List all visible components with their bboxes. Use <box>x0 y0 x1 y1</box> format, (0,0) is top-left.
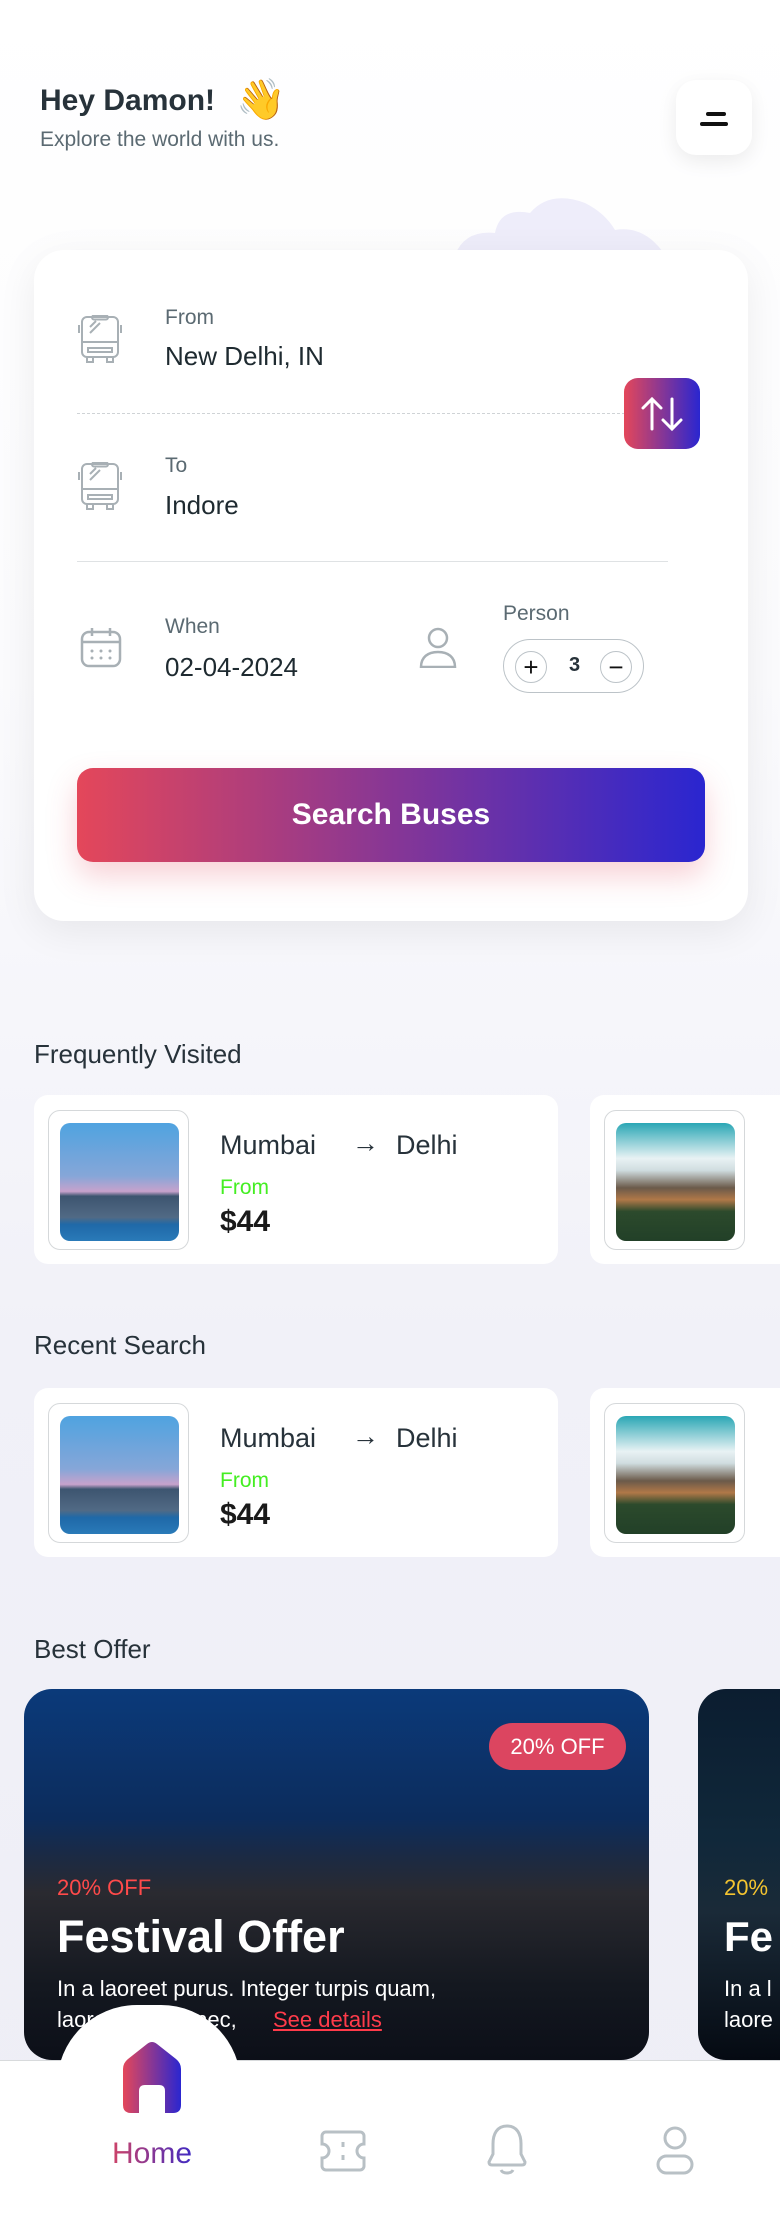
from-input[interactable]: New Delhi, IN <box>165 341 324 372</box>
offer-card[interactable]: 20% Fe In a l laore <box>698 1689 780 2060</box>
offer-description: In a laoreet purus. Integer turpis quam, <box>57 1976 437 2001</box>
city-image <box>616 1416 735 1534</box>
cloud-decoration <box>455 198 665 255</box>
city-image <box>60 1123 179 1241</box>
minus-icon: − <box>608 652 624 682</box>
person-stepper: + 3 − <box>503 639 644 693</box>
city-image <box>616 1123 735 1241</box>
from-label: From <box>220 1469 269 1492</box>
section-title: Best Offer <box>34 1634 151 1664</box>
offer-title: Fe <box>724 1913 774 1960</box>
swap-button[interactable] <box>624 378 700 449</box>
wave-emoji: 👋 <box>236 78 286 122</box>
menu-button[interactable] <box>676 80 752 155</box>
home-icon <box>123 2042 181 2113</box>
arrow-right-icon: → <box>352 1421 379 1451</box>
calendar-icon <box>80 628 122 668</box>
decrement-button[interactable]: − <box>600 651 632 683</box>
date-input[interactable]: 02-04-2024 <box>165 652 298 683</box>
greeting-subtitle: Explore the world with us. <box>40 128 280 151</box>
from-label: From <box>220 1176 269 1199</box>
offer-discount: 20% OFF <box>57 1875 152 1900</box>
search-card: From New Delhi, IN To Indore When 02-04-… <box>34 250 748 921</box>
see-details-link[interactable]: See details <box>273 2007 382 2033</box>
arrow-right-icon: → <box>352 1128 379 1158</box>
ticket-icon[interactable] <box>320 2130 366 2172</box>
offer-description: laore <box>724 2007 773 2032</box>
section-title: Frequently Visited <box>34 1039 242 1069</box>
price: $44 <box>220 1498 271 1531</box>
user-icon[interactable] <box>656 2126 694 2176</box>
route-image-frame <box>604 1403 745 1543</box>
route-card[interactable] <box>590 1388 780 1557</box>
person-label: Person <box>503 602 570 625</box>
greeting: Hey Damon! <box>40 84 216 117</box>
person-icon <box>419 627 457 668</box>
city-image <box>60 1416 179 1534</box>
section-title: Recent Search <box>34 1330 206 1360</box>
offer-title: Festival Offer <box>57 1911 345 1962</box>
origin: Mumbai <box>220 1423 317 1453</box>
route-image-frame <box>604 1110 745 1250</box>
search-buses-button[interactable]: Search Buses <box>77 768 705 862</box>
nav-item-home[interactable]: Home <box>100 2036 204 2176</box>
route-card[interactable] <box>590 1095 780 1264</box>
route-card[interactable]: Mumbai → Delhi From $44 <box>34 1095 558 1264</box>
divider <box>77 413 625 414</box>
origin: Mumbai <box>220 1130 317 1160</box>
to-label: To <box>165 454 188 477</box>
when-label: When <box>165 615 220 638</box>
swap-arrows-icon <box>641 396 683 431</box>
route-image-frame <box>48 1403 189 1543</box>
divider <box>77 561 668 562</box>
destination: Delhi <box>396 1130 458 1160</box>
route-image-frame <box>48 1110 189 1250</box>
bus-icon <box>78 462 122 510</box>
discount-badge: 20% OFF <box>489 1723 626 1770</box>
offer-card[interactable]: 20% OFF 20% OFF Festival Offer In a laor… <box>24 1689 649 2060</box>
bell-icon[interactable] <box>487 2124 527 2178</box>
offer-discount: 20% <box>724 1875 769 1900</box>
offer-description: In a l <box>724 1976 772 2001</box>
nav-label-home: Home <box>100 2137 204 2171</box>
destination: Delhi <box>396 1423 458 1453</box>
bus-icon <box>78 315 122 363</box>
to-input[interactable]: Indore <box>165 490 239 521</box>
price: $44 <box>220 1205 271 1238</box>
route-card[interactable]: Mumbai → Delhi From $44 <box>34 1388 558 1557</box>
from-label: From <box>165 306 214 329</box>
